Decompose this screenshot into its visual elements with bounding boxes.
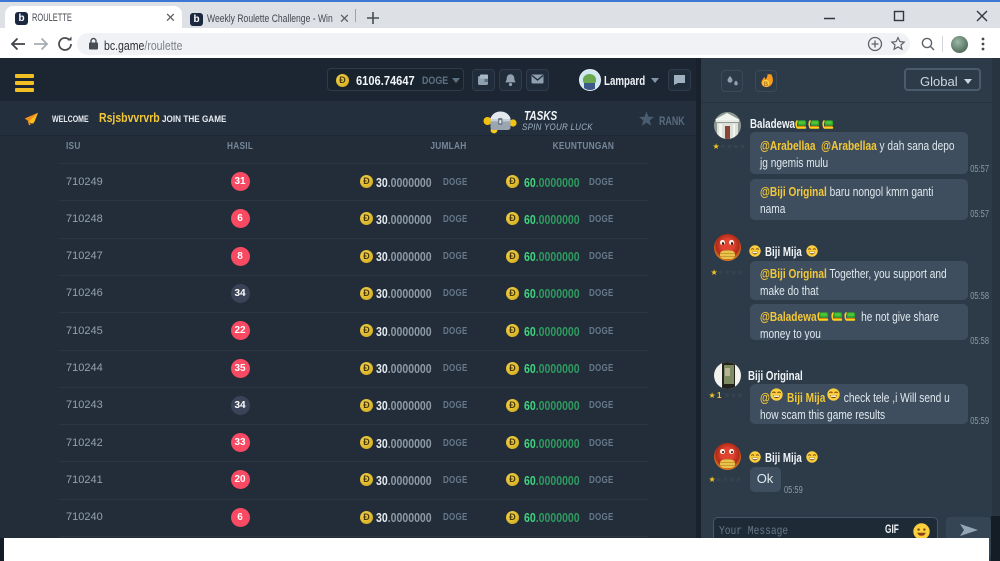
svg-text:B: B [763, 81, 768, 88]
